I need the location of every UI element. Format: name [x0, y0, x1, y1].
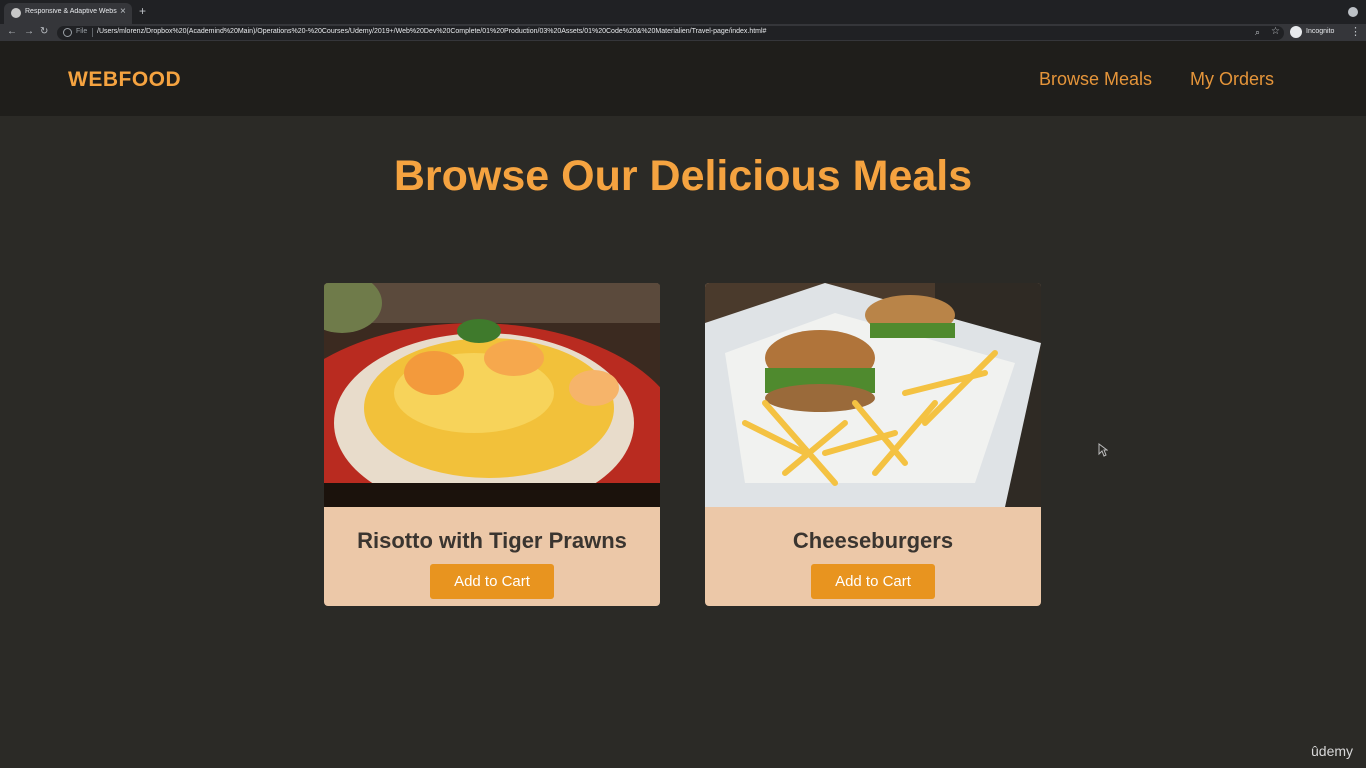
menu-icon[interactable]: ⋮	[1350, 26, 1361, 38]
cheeseburgers-photo	[705, 283, 1041, 507]
window-control-icon[interactable]	[1348, 7, 1358, 17]
meal-image-cheeseburgers	[705, 283, 1041, 507]
incognito-icon	[1290, 26, 1302, 38]
address-bar[interactable]: File /Users/mlorenz/Dropbox%20(Academind…	[57, 26, 1284, 40]
back-arrow-icon[interactable]: ←	[7, 26, 17, 38]
browser-tab[interactable]: Responsive & Adaptive Websit ×	[4, 3, 132, 24]
zoom-icon[interactable]: ⌕	[1255, 27, 1260, 38]
url-text[interactable]: /Users/mlorenz/Dropbox%20(Academind%20Ma…	[97, 28, 766, 35]
new-tab-icon[interactable]: +	[139, 5, 146, 17]
site-header: WEBFOOD Browse Meals My Orders	[0, 41, 1366, 116]
nav-browse-meals[interactable]: Browse Meals	[1039, 69, 1152, 90]
mouse-cursor-icon	[1098, 443, 1108, 457]
info-icon[interactable]	[63, 28, 72, 37]
meal-card: Risotto with Tiger Prawns Add to Cart	[324, 283, 660, 606]
meal-image-risotto	[324, 283, 660, 507]
browser-tab-bar: Responsive & Adaptive Websit × +	[0, 0, 1366, 24]
meal-name: Risotto with Tiger Prawns	[357, 528, 627, 553]
browser-toolbar: ← → ↻ File /Users/mlorenz/Dropbox%20(Aca…	[0, 24, 1366, 41]
divider	[92, 28, 93, 37]
meal-card: Cheeseburgers Add to Cart	[705, 283, 1041, 606]
forward-arrow-icon[interactable]: →	[24, 26, 34, 38]
tab-close-icon[interactable]: ×	[120, 6, 126, 18]
add-to-cart-button[interactable]: Add to Cart	[430, 564, 554, 599]
reload-icon[interactable]: ↻	[40, 26, 48, 38]
meal-name: Cheeseburgers	[792, 528, 954, 553]
page-title: Browse Our Delicious Meals	[393, 152, 973, 200]
add-to-cart-button[interactable]: Add to Cart	[811, 564, 935, 599]
udemy-watermark: ûdemy	[1311, 743, 1354, 759]
incognito-label: Incognito	[1306, 28, 1335, 35]
brand-logo[interactable]: WEBFOOD	[68, 68, 181, 92]
nav-my-orders[interactable]: My Orders	[1190, 69, 1274, 90]
globe-icon	[11, 8, 21, 18]
risotto-photo	[324, 283, 660, 507]
tab-title: Responsive & Adaptive Websit	[25, 8, 117, 15]
file-label: File	[76, 28, 88, 35]
star-icon[interactable]: ☆	[1271, 26, 1280, 37]
